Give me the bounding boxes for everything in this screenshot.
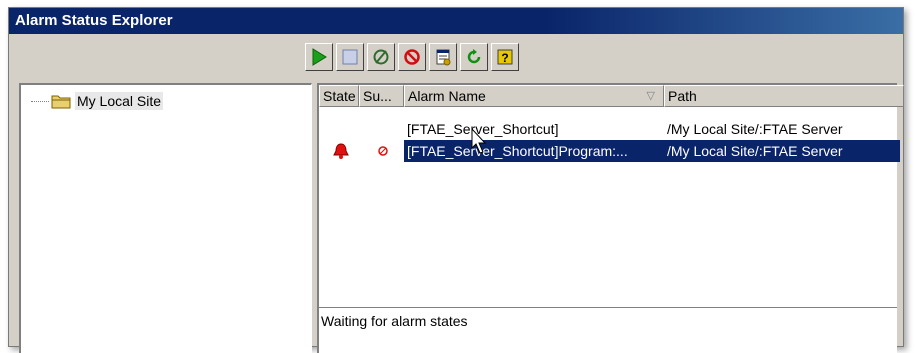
bell-alarm-icon (332, 143, 349, 159)
disable-icon (373, 49, 389, 65)
prohibit-icon (404, 49, 420, 65)
alarm-list-pane: State Su... Alarm Name ▽ Path [FTAE_Serv… (317, 83, 904, 353)
suppressed-icon (378, 146, 388, 156)
mouse-pointer-icon (471, 128, 487, 154)
column-header-path[interactable]: Path (664, 85, 904, 107)
refresh-button[interactable] (460, 43, 488, 71)
alarm-name-cell: [FTAE_Server_Shortcut] (407, 121, 559, 137)
tree-item-my-local-site[interactable]: My Local Site (31, 91, 164, 111)
list-header: State Su... Alarm Name ▽ Path (319, 85, 904, 107)
title-bar: Alarm Status Explorer (9, 8, 903, 34)
tree-connector (31, 100, 49, 102)
folder-icon (51, 95, 71, 109)
tree-item-label: My Local Site (75, 92, 164, 110)
start-button[interactable] (305, 43, 333, 71)
sort-descending-icon: ▽ (646, 90, 655, 102)
toolbar: ? (9, 39, 903, 75)
status-bar: Waiting for alarm states (319, 307, 897, 334)
column-header-alarm-name[interactable]: Alarm Name ▽ (404, 85, 664, 107)
prohibit-button[interactable] (398, 43, 426, 71)
help-icon: ? (497, 49, 513, 65)
alarm-name-cell: [FTAE_Server_Shortcut]Program:... (404, 140, 664, 162)
start-icon (312, 48, 327, 66)
suppressed-cell (359, 140, 404, 162)
path-cell: /My Local Site/:FTAE Server (667, 121, 843, 137)
column-header-state[interactable]: State (319, 85, 359, 107)
alarm-status-explorer-window: Alarm Status Explorer ? My Local Site St… (8, 7, 904, 353)
disable-button[interactable] (367, 43, 395, 71)
tree-pane[interactable]: My Local Site (19, 83, 312, 353)
stop-button[interactable] (336, 43, 364, 71)
table-row[interactable]: [FTAE_Server_Shortcut] /My Local Site/:F… (319, 118, 897, 140)
svg-text:?: ? (501, 51, 508, 65)
help-button[interactable]: ? (491, 43, 519, 71)
stop-icon (342, 49, 358, 65)
path-cell: /My Local Site/:FTAE Server (664, 140, 900, 162)
column-header-suppressed[interactable]: Su... (359, 85, 404, 107)
state-cell (319, 140, 359, 162)
properties-icon (436, 49, 451, 66)
properties-button[interactable] (429, 43, 457, 71)
refresh-icon (467, 49, 481, 64)
table-row[interactable]: [FTAE_Server_Shortcut]Program:... /My Lo… (319, 140, 900, 162)
